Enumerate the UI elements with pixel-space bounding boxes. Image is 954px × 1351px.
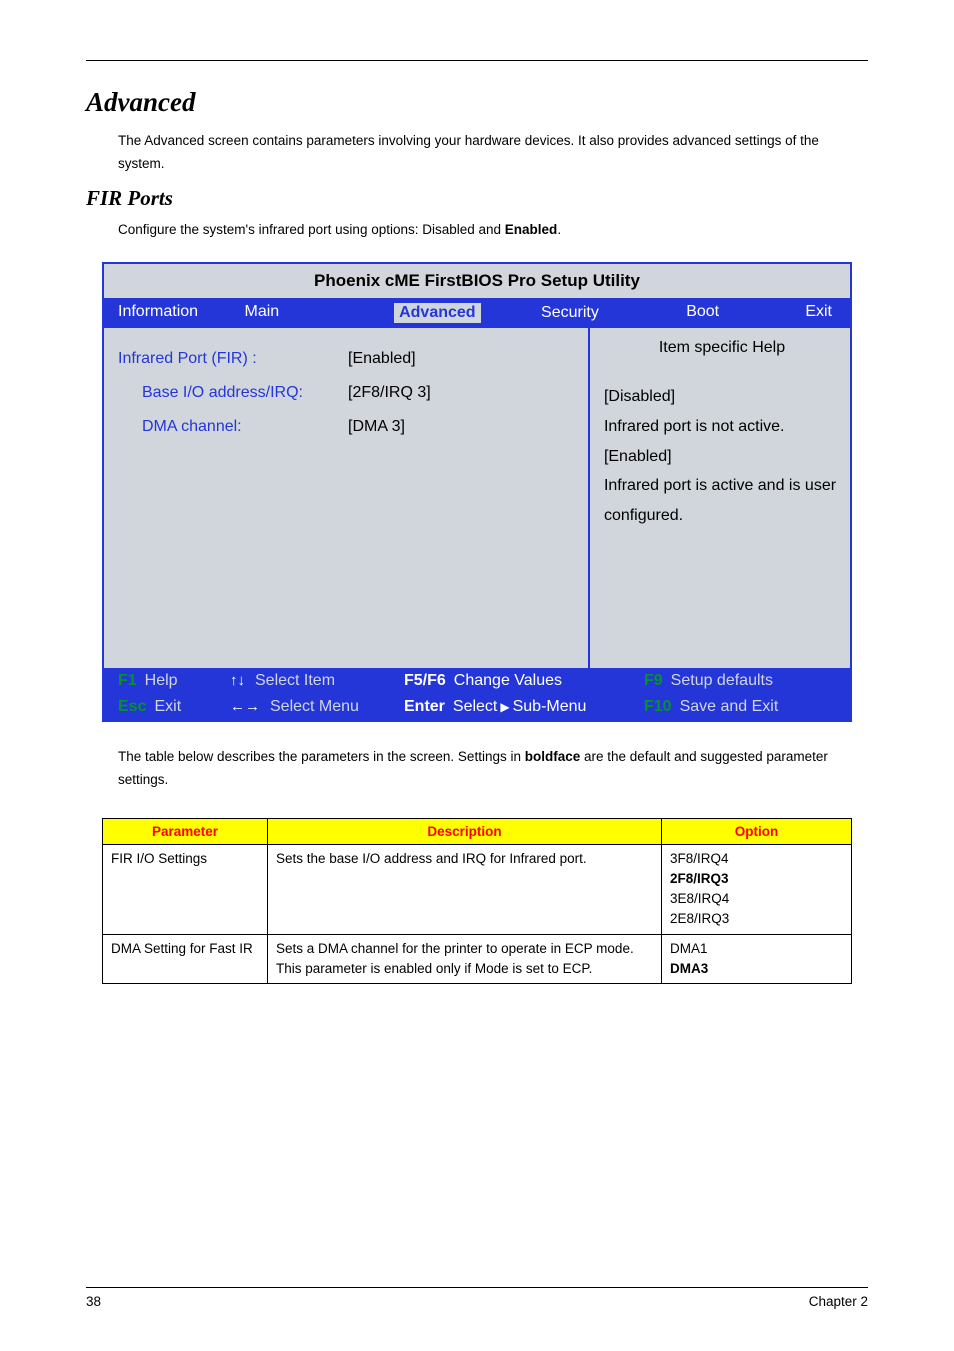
esc-key: Esc bbox=[118, 698, 146, 716]
chapter-label: Chapter 2 bbox=[809, 1294, 868, 1309]
tab-boot[interactable]: Boot bbox=[686, 303, 719, 320]
arrow-up-down-icon: ↑↓ bbox=[230, 672, 245, 689]
f9-key: F9 bbox=[644, 672, 663, 690]
table-header-row: Parameter Description Option bbox=[103, 818, 852, 844]
bios-help-panel: Item specific Help [Disabled]Infrared po… bbox=[588, 328, 850, 668]
bios-tab-bar: Information Main Advanced Security Boot … bbox=[104, 298, 850, 328]
help-body: [Disabled]Infrared port is not active.[E… bbox=[604, 382, 840, 530]
f5f6-key: F5/F6 bbox=[404, 672, 446, 690]
setting-row[interactable]: Base I/O address/IRQ: [2F8/IRQ 3] bbox=[104, 380, 588, 414]
triangle-right-icon: ▶ bbox=[500, 700, 509, 714]
subsection-paragraph: Configure the system's infrared port usi… bbox=[118, 219, 868, 242]
f10-key: F10 bbox=[644, 698, 672, 716]
enter-key: Enter bbox=[404, 698, 445, 716]
subsection-heading: FIR Ports bbox=[86, 186, 868, 211]
arrow-left-right-icon: ←→ bbox=[230, 698, 260, 715]
setting-label: Base I/O address/IRQ: bbox=[118, 384, 348, 402]
table-row: DMA Setting for Fast IRSets a DMA channe… bbox=[103, 934, 852, 984]
bios-title-bar: Phoenix cME FirstBIOS Pro Setup Utility bbox=[104, 264, 850, 298]
setting-value[interactable]: [DMA 3] bbox=[348, 418, 405, 436]
table-intro-paragraph: The table below describes the parameters… bbox=[118, 746, 852, 792]
tab-advanced[interactable]: Advanced Security bbox=[380, 298, 656, 328]
setting-label: Infrared Port (FIR) : bbox=[118, 350, 348, 368]
tab-exit[interactable]: Exit bbox=[805, 303, 832, 321]
table-row: FIR I/O SettingsSets the base I/O addres… bbox=[103, 844, 852, 934]
f1-key: F1 bbox=[118, 672, 137, 690]
setting-value[interactable]: [2F8/IRQ 3] bbox=[348, 384, 431, 402]
bios-footer: F1Help ↑↓Select Item F5/F6Change Values … bbox=[104, 668, 850, 720]
intro-paragraph: The Advanced screen contains parameters … bbox=[118, 130, 868, 176]
bios-settings-panel: Infrared Port (FIR) : [Enabled] Base I/O… bbox=[104, 328, 588, 668]
page-number: 38 bbox=[86, 1294, 101, 1309]
setting-label: DMA channel: bbox=[118, 418, 348, 436]
setting-row[interactable]: Infrared Port (FIR) : [Enabled] bbox=[104, 346, 588, 380]
page-footer: 38 Chapter 2 bbox=[86, 1287, 868, 1309]
tab-information[interactable]: Information Main bbox=[104, 298, 380, 328]
bios-window: Phoenix cME FirstBIOS Pro Setup Utility … bbox=[102, 262, 852, 722]
parameter-table: Parameter Description Option FIR I/O Set… bbox=[102, 818, 852, 985]
tab-security[interactable]: Security bbox=[541, 304, 599, 321]
help-header: Item specific Help bbox=[604, 333, 840, 363]
setting-value[interactable]: [Enabled] bbox=[348, 350, 416, 368]
section-heading: Advanced bbox=[86, 87, 868, 118]
setting-row[interactable]: DMA channel: [DMA 3] bbox=[104, 414, 588, 448]
